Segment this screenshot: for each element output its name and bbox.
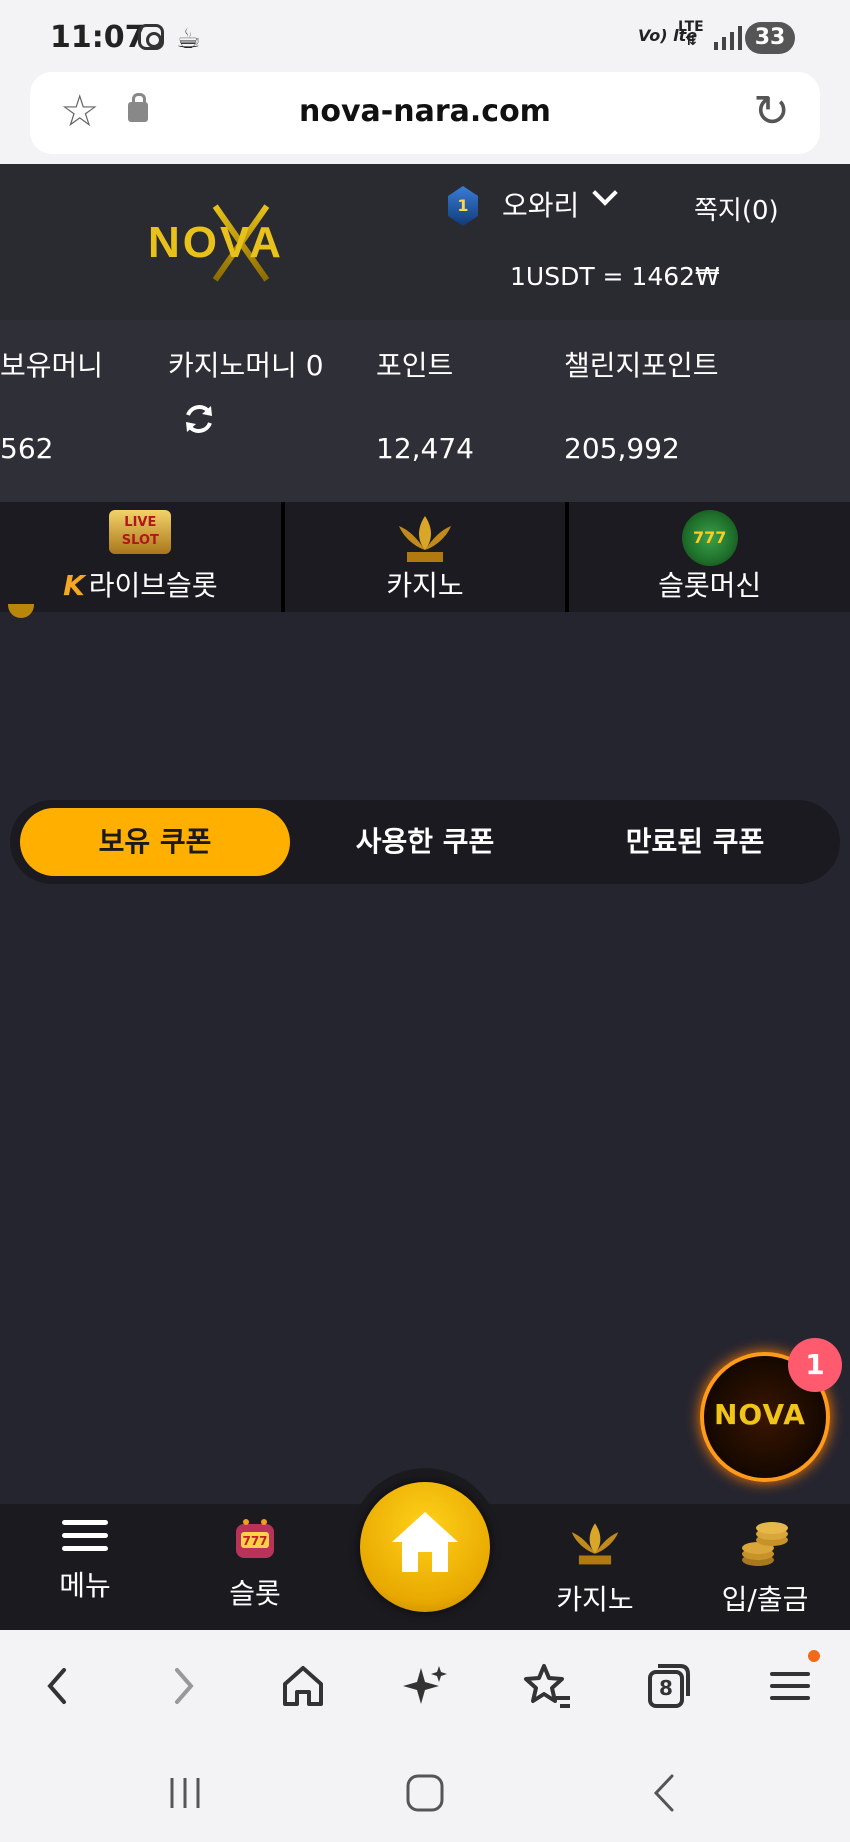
tab-casino-label: 카지노 [386,569,464,602]
tab-slot-machine[interactable]: 777 슬롯머신 [569,502,850,612]
browser-toolbar: 8 [0,1630,850,1742]
url-text[interactable]: nova-nara.com [30,94,820,129]
777-slots-icon: 777 [681,510,738,566]
signal-icon [714,26,744,50]
system-home-icon[interactable] [400,1768,450,1818]
system-navigation-bar [0,1742,850,1842]
system-back-icon[interactable] [640,1768,690,1818]
browser-address-area: ☆ nova-nara.com ↻ [0,72,850,164]
lte-indicator: LTE ⇅ [678,19,704,49]
coupon-tabs: 보유 쿠폰 사용한 쿠폰 만료된 쿠폰 [10,800,840,884]
live-slot-icon: LIVE SLOT [109,510,172,554]
balance-label-challenge-points: 챌린지포인트 [564,349,719,382]
browser-home-icon[interactable] [275,1658,331,1714]
tab-owned-coupons[interactable]: 보유 쿠폰 [20,808,290,876]
rank-badge-icon: 1 [448,186,478,226]
coins-icon [742,1522,788,1566]
nova-logo[interactable]: NOVA [140,194,320,284]
home-button[interactable] [360,1482,490,1612]
browser-menu-icon[interactable] [762,1658,818,1714]
coin-fragment-icon [8,604,34,618]
address-bar[interactable]: ☆ nova-nara.com ↻ [30,72,820,154]
reload-icon[interactable]: ↻ [753,86,790,138]
hamburger-icon [62,1518,108,1554]
messages-link[interactable]: 쪽지(0) [694,190,779,227]
nav-casino[interactable]: 카지노 [525,1518,665,1618]
tabs-icon[interactable]: 8 [640,1658,696,1714]
nav-slot-label: 슬롯 [229,1577,281,1610]
tab-slot-machine-label: 슬롯머신 [658,569,762,602]
refresh-icon[interactable] [182,402,216,436]
instagram-icon [138,24,164,50]
battery-indicator: 33 [745,22,795,54]
nav-slot[interactable]: 777 슬롯 [185,1518,325,1612]
chevron-down-icon[interactable] [592,180,618,206]
balance-panel: 보유머니 카지노머니 0 포인트 챌린지포인트 562 12,474 205,9… [0,320,850,502]
recent-apps-icon[interactable] [160,1768,210,1818]
game-category-tabs: LIVE SLOT K 라이브슬롯 카지노 777 슬롯머신 [0,502,850,612]
nav-casino-label: 카지노 [556,1583,634,1616]
k-slot-icon [399,516,451,562]
menu-notification-dot [808,1650,820,1662]
floating-logo-text: NOVA [714,1398,806,1431]
back-arrow-icon[interactable] [30,1658,86,1714]
tab-casino[interactable]: 카지노 [284,502,570,612]
tab-used-coupons[interactable]: 사용한 쿠폰 [290,808,560,876]
status-time: 11:07 [50,20,146,55]
nav-menu-label: 메뉴 [59,1569,111,1602]
tab-live-slot-label: K 라이브슬롯 [63,569,218,602]
home-icon [392,1512,458,1572]
balance-label-points: 포인트 [376,349,454,382]
bookmarks-icon[interactable] [518,1658,574,1714]
coffee-cup-icon: ☕ [176,22,202,55]
nav-deposit-withdraw-label: 입/출금 [721,1583,809,1616]
status-bar: 11:07 ☕ Vo) lte LTE ⇅ 33 [0,0,850,72]
site-header: NOVA 1 오와리 쪽지(0) 1USDT = 1462₩ [0,164,850,320]
logo-text: NOVA [148,218,284,267]
balance-value-challenge-points: 205,992 [564,432,680,465]
nav-menu[interactable]: 메뉴 [15,1518,155,1604]
k-brand-icon: K [63,569,85,602]
exchange-rate: 1USDT = 1462₩ [510,262,720,291]
sparkle-icon[interactable] [397,1658,453,1714]
slot-machine-icon: 777 [236,1519,274,1558]
username-dropdown[interactable]: 오와리 [502,184,579,224]
balance-label-money: 보유머니 [0,349,104,382]
tab-live-slot[interactable]: LIVE SLOT K 라이브슬롯 [0,502,285,612]
tab-expired-coupons[interactable]: 만료된 쿠폰 [560,808,830,876]
notification-count-badge: 1 [788,1338,842,1392]
forward-arrow-icon[interactable] [155,1658,211,1714]
balance-value-money: 562 [0,432,54,465]
svg-text:777: 777 [242,1534,267,1548]
balance-label-casino-money: 카지노머니 0 [168,349,324,382]
tab-count: 8 [659,1676,673,1700]
k-slot-icon [571,1523,619,1565]
nav-deposit-withdraw[interactable]: 입/출금 [695,1518,835,1618]
balance-value-points: 12,474 [376,432,474,465]
